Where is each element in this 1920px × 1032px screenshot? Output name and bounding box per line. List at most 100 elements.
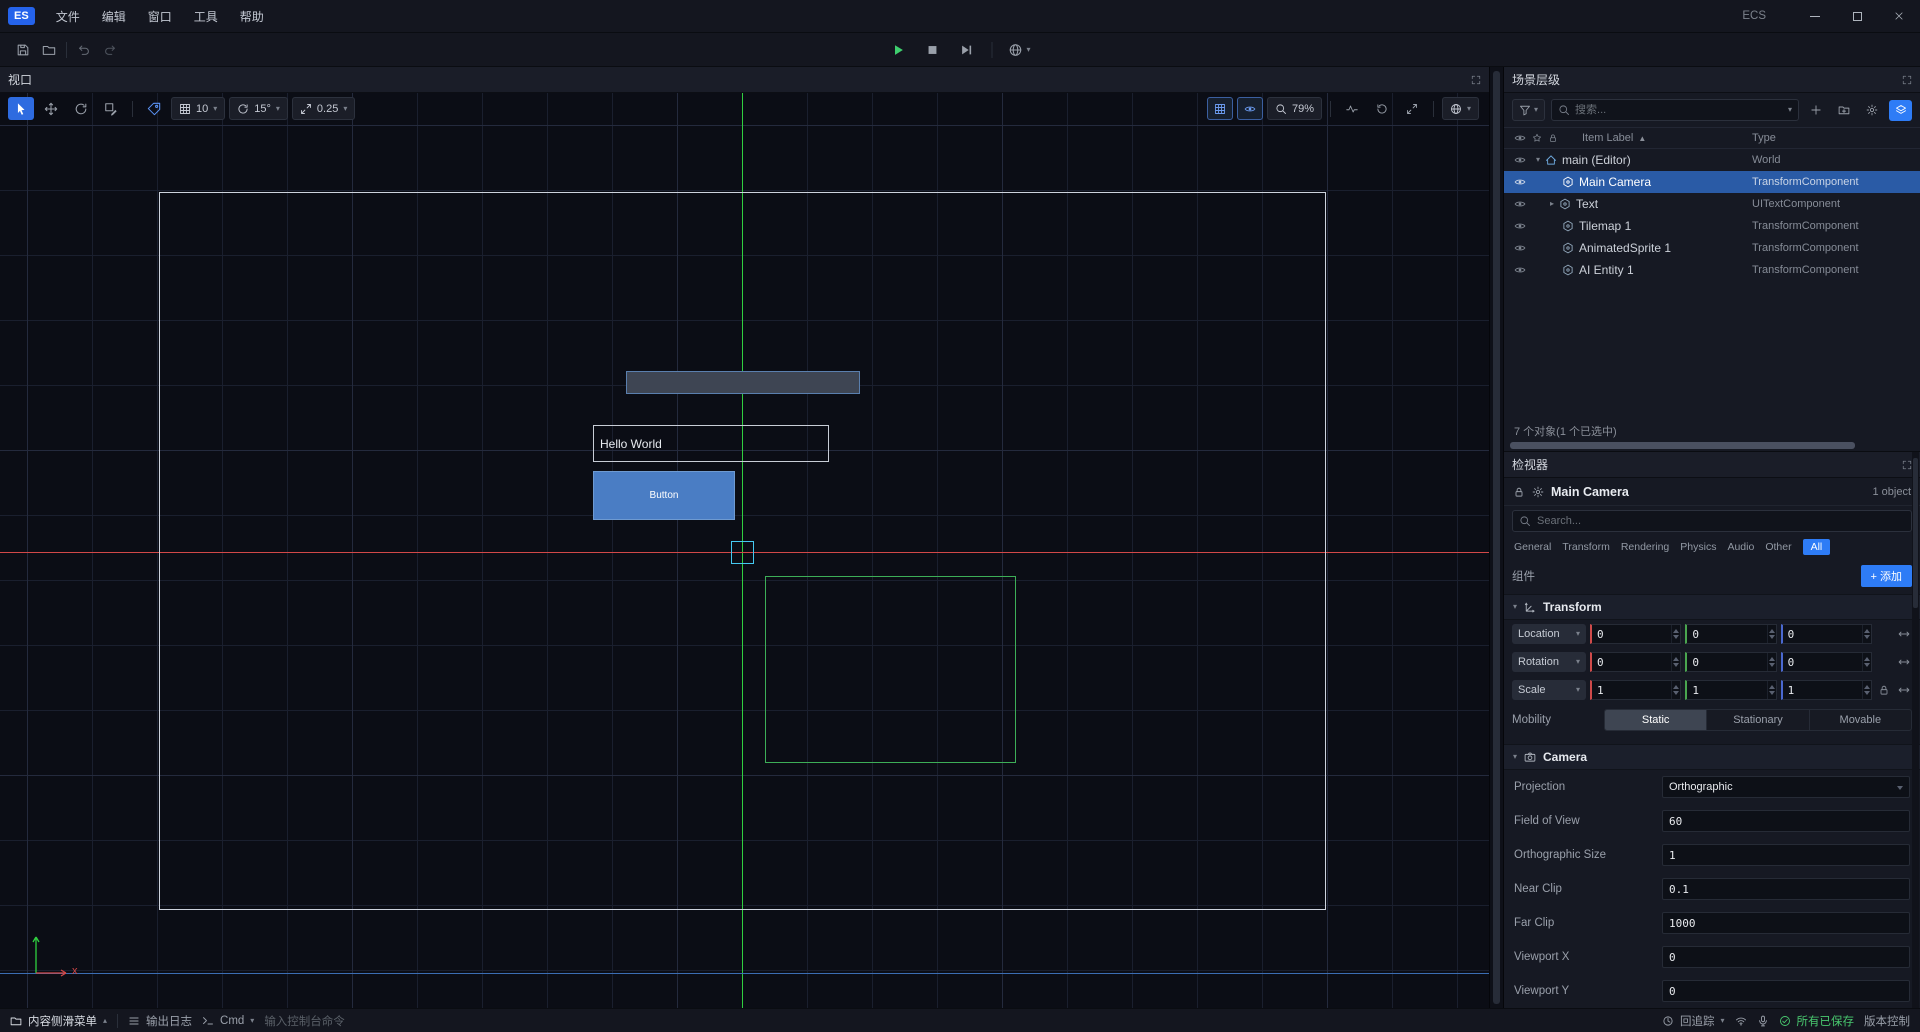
hierarchy-row-main[interactable]: ▾ main (Editor) World — [1504, 149, 1920, 171]
world-view-dropdown[interactable]: ▾ — [1442, 97, 1479, 120]
grid-snap-dropdown[interactable]: 10 ▾ — [171, 97, 225, 120]
select-tool-button[interactable] — [8, 97, 34, 120]
visibility-toggle[interactable] — [1504, 242, 1534, 254]
field-of-view-input[interactable]: 60 — [1662, 810, 1910, 832]
value-stepper[interactable] — [1671, 653, 1680, 671]
cmd-dropdown[interactable]: Cmd ▾ — [202, 1015, 254, 1027]
scene-text-field[interactable]: Hello World — [593, 425, 829, 462]
scrollbar-thumb[interactable] — [1510, 442, 1855, 449]
hierarchy-row-text[interactable]: ▸ Text UITextComponent — [1504, 193, 1920, 215]
favorite-column-icon[interactable] — [1532, 133, 1542, 143]
tab-physics[interactable]: Physics — [1680, 541, 1716, 553]
transform-section-header[interactable]: ▾ Transform — [1504, 594, 1920, 620]
column-type[interactable]: Type — [1752, 132, 1920, 144]
scene-slider[interactable] — [626, 371, 860, 394]
move-tool-button[interactable] — [38, 97, 64, 120]
scale-y-input[interactable]: 1 — [1685, 680, 1776, 700]
near-clip-input[interactable]: 0.1 — [1662, 878, 1910, 900]
add-folder-button[interactable] — [1833, 99, 1855, 121]
chevron-right-icon[interactable]: ▸ — [1550, 200, 1554, 208]
show-grid-toggle[interactable] — [1207, 97, 1233, 120]
hierarchy-search-input[interactable] — [1575, 104, 1783, 116]
undo-button[interactable] — [71, 38, 97, 62]
location-y-input[interactable]: 0 — [1685, 624, 1776, 644]
maximize-button[interactable] — [1836, 0, 1878, 33]
menu-window[interactable]: 窗口 — [137, 0, 183, 32]
hierarchy-settings-button[interactable] — [1861, 99, 1883, 121]
edit-tool-button[interactable] — [98, 97, 124, 120]
scale-x-input[interactable]: 1 — [1590, 680, 1681, 700]
menu-edit[interactable]: 编辑 — [91, 0, 137, 32]
tab-audio[interactable]: Audio — [1727, 541, 1754, 553]
lock-icon[interactable] — [1513, 486, 1525, 498]
viewport-scrollbar[interactable] — [1489, 67, 1503, 1008]
show-gizmos-toggle[interactable] — [1237, 97, 1263, 120]
scrollbar-thumb[interactable] — [1493, 71, 1500, 1004]
network-status-button[interactable] — [1735, 1015, 1747, 1027]
inspector-scrollbar[interactable] — [1912, 452, 1919, 1008]
lock-column-icon[interactable] — [1548, 133, 1558, 143]
column-item-label[interactable]: Item Label — [1582, 132, 1633, 144]
value-stepper[interactable] — [1862, 625, 1871, 643]
stats-button[interactable] — [1339, 97, 1365, 120]
projection-dropdown[interactable]: Orthographic — [1662, 776, 1910, 798]
network-mode-dropdown[interactable]: ▾ — [1004, 38, 1034, 62]
viewport-y-input[interactable]: 0 — [1662, 980, 1910, 1002]
hierarchy-row-main-camera[interactable]: Main Camera TransformComponent — [1504, 171, 1920, 193]
content-drawer-button[interactable]: 内容侧滑菜单 ▴ — [10, 1013, 107, 1029]
value-stepper[interactable] — [1671, 625, 1680, 643]
expand-panel-icon[interactable] — [1902, 460, 1912, 470]
scale-z-input[interactable]: 1 — [1781, 680, 1872, 700]
add-component-button[interactable]: + 添加 — [1861, 565, 1912, 587]
hierarchy-row-animatedsprite[interactable]: AnimatedSprite 1 TransformComponent — [1504, 237, 1920, 259]
menu-help[interactable]: 帮助 — [229, 0, 275, 32]
scene-canvas[interactable]: 10 ▾ 15° ▾ 0.25 ▾ — [0, 93, 1489, 1008]
scene-button[interactable]: Button — [593, 471, 735, 520]
rotation-z-input[interactable]: 0 — [1781, 652, 1872, 672]
version-control-button[interactable]: 版本控制 — [1864, 1013, 1910, 1029]
fullscreen-button[interactable] — [1399, 97, 1425, 120]
tab-transform[interactable]: Transform — [1562, 541, 1609, 553]
stop-button[interactable] — [919, 38, 945, 62]
filter-button[interactable]: ▾ — [1512, 99, 1545, 121]
microphone-button[interactable] — [1757, 1015, 1769, 1027]
chevron-down-icon[interactable]: ▾ — [1788, 106, 1792, 114]
viewport-x-input[interactable]: 0 — [1662, 946, 1910, 968]
hierarchy-row-tilemap[interactable]: Tilemap 1 TransformComponent — [1504, 215, 1920, 237]
save-status[interactable]: 所有已保存 — [1779, 1013, 1855, 1029]
reset-view-button[interactable] — [1369, 97, 1395, 120]
mobility-static[interactable]: Static — [1605, 710, 1706, 730]
menu-file[interactable]: 文件 — [45, 0, 91, 32]
trace-dropdown[interactable]: 回追踪 ▾ — [1662, 1013, 1725, 1029]
scale-snap-dropdown[interactable]: 0.25 ▾ — [292, 97, 355, 120]
lock-scale-icon[interactable] — [1876, 684, 1892, 696]
value-stepper[interactable] — [1767, 681, 1776, 699]
scrollbar-thumb[interactable] — [1913, 458, 1918, 608]
expand-panel-icon[interactable] — [1902, 75, 1912, 85]
link-axes-icon[interactable] — [1896, 684, 1912, 696]
mobility-movable[interactable]: Movable — [1809, 710, 1911, 730]
mobility-stationary[interactable]: Stationary — [1706, 710, 1808, 730]
visibility-toggle[interactable] — [1504, 264, 1534, 276]
hierarchy-row-ai-entity[interactable]: AI Entity 1 TransformComponent — [1504, 259, 1920, 281]
save-button[interactable] — [10, 38, 36, 62]
far-clip-input[interactable]: 1000 — [1662, 912, 1910, 934]
value-stepper[interactable] — [1862, 653, 1871, 671]
tab-all[interactable]: All — [1803, 539, 1831, 555]
visibility-column-icon[interactable] — [1514, 132, 1526, 144]
link-axes-icon[interactable] — [1896, 628, 1912, 640]
close-button[interactable] — [1878, 0, 1920, 33]
zoom-control[interactable]: 79% — [1267, 97, 1322, 120]
visibility-toggle[interactable] — [1504, 220, 1534, 232]
inspector-search-input[interactable] — [1537, 515, 1905, 527]
value-stepper[interactable] — [1767, 653, 1776, 671]
visibility-toggle[interactable] — [1504, 198, 1534, 210]
value-stepper[interactable] — [1767, 625, 1776, 643]
visibility-toggle[interactable] — [1504, 176, 1534, 188]
add-entity-button[interactable] — [1805, 99, 1827, 121]
sprite-bounds[interactable] — [765, 576, 1016, 763]
tab-general[interactable]: General — [1514, 541, 1551, 553]
selection-gizmo[interactable] — [731, 541, 754, 564]
step-forward-button[interactable] — [953, 38, 979, 62]
rotation-mode-dropdown[interactable]: Rotation ▾ — [1512, 652, 1586, 672]
